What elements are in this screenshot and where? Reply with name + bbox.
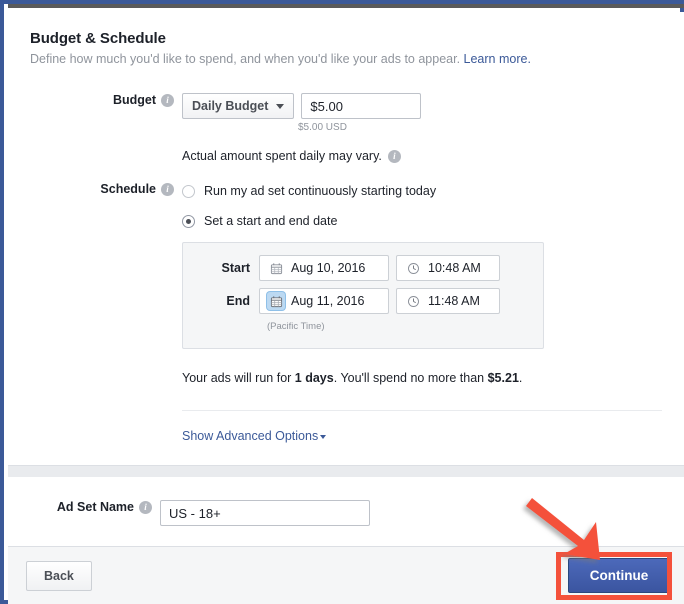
start-time-value: 10:48 AM [428,261,481,275]
calendar-icon-focused[interactable] [267,292,285,310]
schedule-option-continuous[interactable]: Run my ad set continuously starting toda… [182,182,662,200]
budget-type-value: Daily Budget [192,99,269,113]
adset-name-input[interactable] [160,500,370,526]
info-icon[interactable]: i [387,149,401,163]
end-date-row: End Aug 11, 2016 11:48 AM [183,288,543,314]
clock-icon[interactable] [404,292,422,310]
timezone-note: (Pacific Time) [267,321,325,332]
start-date-row: Start Aug 10, 2016 10:48 AM [183,255,543,281]
schedule-date-box: Start Aug 10, 2016 10:48 AM End Aug 11, … [182,242,544,349]
show-advanced-options-link[interactable]: Show Advanced Options [182,429,327,443]
summary-days: 1 days [294,371,334,385]
show-advanced-options-label: Show Advanced Options [182,429,319,443]
budget-type-dropdown[interactable]: Daily Budget [182,93,295,119]
chevron-down-icon [276,103,285,109]
continue-button[interactable]: Continue [568,558,670,593]
schedule-field-group: Run my ad set continuously starting toda… [182,182,662,445]
section-gap-band [8,466,684,477]
budget-vary-note: Actual amount spent daily may vary. i [182,149,662,163]
end-date-value: Aug 11, 2016 [291,294,365,308]
adset-field-group [160,500,684,526]
budget-vary-text: Actual amount spent daily may vary. [182,149,382,163]
clock-icon[interactable] [404,259,422,277]
calendar-icon[interactable] [267,259,285,277]
start-date-value: Aug 10, 2016 [291,261,366,275]
adset-name-card: Ad Set Name i [8,477,684,547]
browser-window: Budget & Schedule Define how much you'd … [0,0,684,604]
summary-prefix: Your ads will run for [182,371,295,385]
radio-button-selected[interactable] [182,214,195,228]
budget-label-group: Budget i [30,93,182,107]
budget-row: Budget i Daily Budget $5.00 USD Actual a… [30,93,662,163]
budget-controls: Daily Budget [182,93,662,119]
info-icon[interactable]: i [161,93,174,107]
end-time-value: 11:48 AM [428,294,480,308]
end-label: End [226,294,250,308]
budget-amount-input[interactable] [301,93,422,119]
window-top-strip [8,4,684,8]
back-button[interactable]: Back [26,561,92,591]
summary-suffix: . [518,371,523,385]
schedule-option-label: Set a start and end date [204,214,338,228]
start-date-field[interactable]: Aug 10, 2016 [259,255,389,281]
schedule-option-label: Run my ad set continuously starting toda… [204,184,437,198]
budget-field-group: Daily Budget $5.00 USD Actual amount spe… [182,93,662,163]
budget-schedule-card: Budget & Schedule Define how much you'd … [8,12,684,466]
schedule-label-group: Schedule i [30,182,182,196]
adset-name-row: Ad Set Name i [8,477,684,526]
footer-bar: Back Continue [8,547,684,604]
budget-label: Budget [112,93,156,107]
summary-middle: . You'll spend no more than [333,371,488,385]
radio-button[interactable] [182,184,195,198]
section-subtitle: Define how much you'd like to spend, and… [30,51,662,67]
start-label: Start [221,261,250,275]
section-divider [182,410,662,411]
schedule-label: Schedule [100,182,156,196]
info-icon[interactable]: i [161,182,174,196]
adset-label-group: Ad Set Name i [8,500,160,514]
info-icon[interactable]: i [139,500,152,514]
learn-more-link[interactable]: Learn more. [464,52,531,66]
budget-currency-note: $5.00 USD [298,122,347,133]
adset-name-label: Ad Set Name [56,500,134,514]
chevron-down-icon [320,435,327,439]
schedule-row: Schedule i Run my ad set continuously st… [30,182,662,445]
schedule-option-start-end[interactable]: Set a start and end date [182,212,662,230]
summary-amount: $5.21 [487,371,519,385]
end-date-field[interactable]: Aug 11, 2016 [259,288,389,314]
subtitle-text: Define how much you'd like to spend, and… [30,52,461,66]
schedule-summary: Your ads will run for 1 days. You'll spe… [182,371,662,385]
start-time-field[interactable]: 10:48 AM [396,255,500,281]
page-title: Budget & Schedule [30,30,166,47]
end-time-field[interactable]: 11:48 AM [396,288,500,314]
